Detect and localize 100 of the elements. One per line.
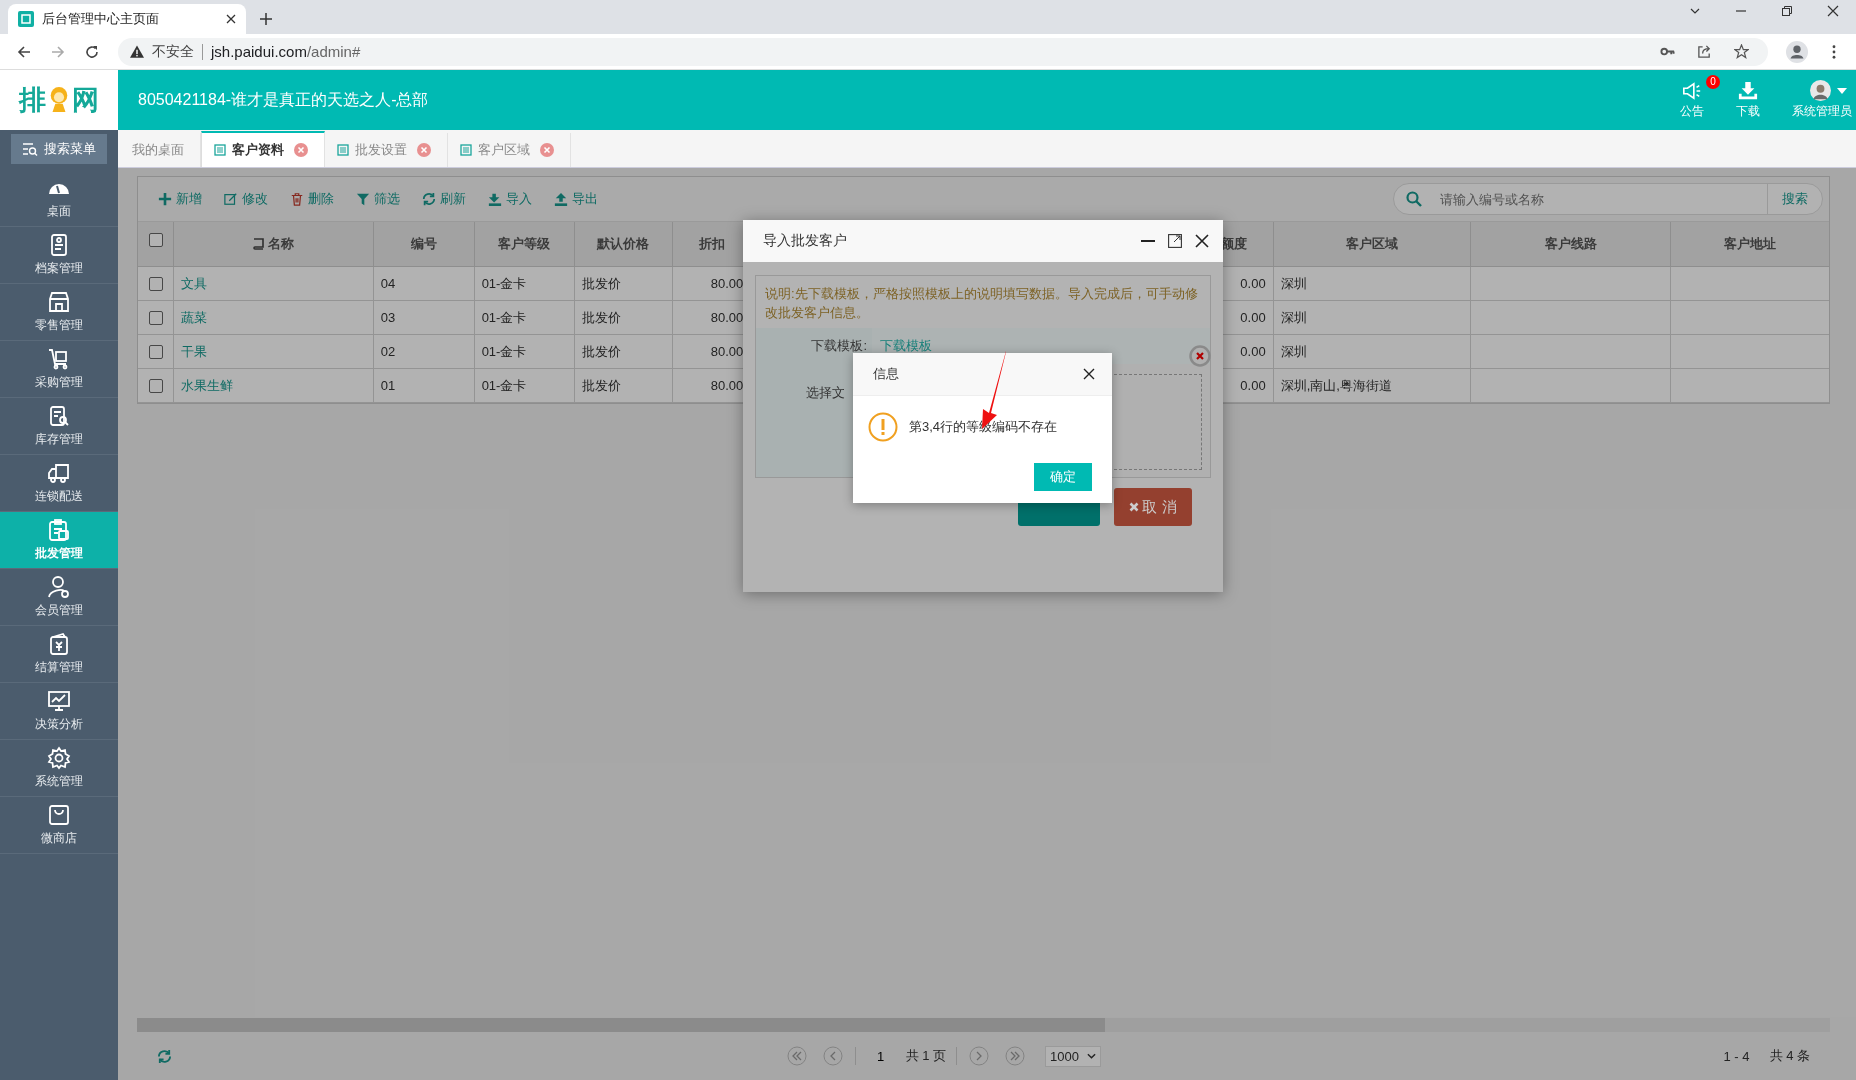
close-icon — [1129, 502, 1140, 512]
table-icon — [214, 144, 226, 156]
search-button[interactable]: 搜索 — [1767, 184, 1822, 214]
restore-icon[interactable] — [1781, 5, 1793, 17]
table-cell: 01 — [380, 378, 396, 393]
back-icon[interactable] — [16, 43, 32, 60]
column-header[interactable]: 客户区域 — [1346, 235, 1399, 253]
column-header[interactable]: 默认价格 — [597, 235, 650, 253]
url-text: jsh.paidui.com/admin# — [211, 43, 361, 60]
header-action-button[interactable]: 系统管理员 — [1792, 80, 1852, 120]
table-cell: 80.00 — [710, 276, 744, 291]
import-instructions: 说明:先下载模板，严格按照模板上的说明填写数据。导入完成后，可手动修改批发客户信息。 — [764, 285, 1199, 322]
toolbar-button[interactable]: 刷新 — [422, 190, 466, 208]
table-icon — [337, 144, 349, 156]
trash-icon — [290, 192, 304, 206]
row-checkbox[interactable] — [148, 378, 163, 393]
search-menu-icon — [22, 142, 38, 156]
download-template-link[interactable]: 下载模板 — [880, 337, 932, 355]
cancel-button[interactable]: 取 消 — [1114, 488, 1192, 526]
browser-tab[interactable]: 后台管理中心主页面 — [8, 4, 246, 34]
book-icon — [252, 238, 265, 250]
page-tab[interactable]: 客户资料 — [201, 131, 325, 167]
record-total: 共 4 条 — [1769, 1047, 1810, 1065]
row-checkbox[interactable] — [148, 344, 163, 359]
logo: 排 网 — [0, 70, 118, 130]
table-cell: 批发价 — [581, 274, 621, 293]
select-all-checkbox[interactable] — [148, 233, 163, 247]
search-menu-button[interactable]: 搜索菜单 — [11, 134, 107, 164]
bag-icon — [47, 803, 71, 827]
customer-link[interactable]: 蔬菜 — [181, 308, 207, 327]
reload-icon[interactable] — [84, 43, 100, 60]
tab-title: 后台管理中心主页面 — [42, 10, 160, 28]
toolbar-button[interactable]: 修改 — [224, 190, 268, 208]
table-cell: 0.00 — [1240, 276, 1266, 291]
refresh-icon — [422, 192, 436, 206]
column-header[interactable]: 客户线路 — [1544, 235, 1597, 253]
table-cell: 01-金卡 — [481, 342, 527, 361]
page-size-select[interactable]: 1000 — [1045, 1045, 1101, 1067]
page-tab[interactable]: 客户区域 — [448, 133, 571, 167]
notification-badge: 0 — [1706, 74, 1720, 89]
table-cell: 80.00 — [710, 378, 744, 393]
table-cell: 深圳,南山,粤海街道 — [1280, 376, 1392, 395]
import-icon — [488, 192, 502, 206]
share-icon[interactable] — [1697, 44, 1712, 59]
caret-icon — [1086, 1053, 1096, 1059]
refresh-icon[interactable] — [157, 1048, 172, 1064]
header-action-button[interactable]: 下载 — [1736, 80, 1760, 120]
column-header[interactable]: 客户等级 — [498, 235, 551, 253]
page-number-field[interactable]: 1 — [863, 1045, 898, 1067]
close-window-icon[interactable] — [1827, 5, 1839, 17]
table-cell: 批发价 — [581, 342, 621, 361]
address-bar[interactable]: 不安全 jsh.paidui.com/admin# — [118, 37, 1768, 66]
close-tab-icon[interactable] — [226, 14, 236, 24]
clipboard-icon — [47, 518, 71, 542]
horizontal-scrollbar[interactable] — [137, 1018, 1830, 1032]
sidebar-item[interactable]: 批发管理 — [0, 512, 118, 569]
row-checkbox[interactable] — [148, 276, 163, 291]
toolbar-button[interactable]: 导入 — [488, 190, 532, 208]
customer-link[interactable]: 水果生鲜 — [181, 376, 233, 395]
customer-link[interactable]: 文具 — [181, 274, 207, 293]
table-cell: 80.00 — [710, 310, 744, 325]
toolbar-button[interactable]: 筛选 — [356, 190, 400, 208]
stock-icon — [47, 404, 71, 428]
megaphone-icon — [1681, 80, 1703, 101]
dialog-title: 导入批发客户 — [763, 232, 847, 250]
star-icon[interactable] — [1734, 44, 1749, 59]
store-title: 8050421184-谁才是真正的天选之人-总部 — [138, 89, 429, 110]
table-cell: 01-金卡 — [481, 274, 527, 293]
table-cell: 批发价 — [581, 308, 621, 327]
row-checkbox[interactable] — [148, 310, 163, 325]
table-icon — [460, 144, 472, 156]
profile-icon[interactable] — [1786, 40, 1808, 63]
truck-icon — [47, 461, 71, 485]
new-tab-icon[interactable] — [260, 13, 272, 25]
table-cell: 04 — [380, 276, 396, 291]
customer-link[interactable]: 干果 — [181, 342, 207, 361]
maximize-icon[interactable] — [1168, 234, 1182, 248]
table-cell: 批发价 — [581, 376, 621, 395]
chart-icon — [47, 689, 71, 713]
toolbar-button[interactable]: 删除 — [290, 190, 334, 208]
page-tab[interactable]: 批发设置 — [325, 133, 448, 167]
toolbar-button[interactable]: 导出 — [554, 190, 598, 208]
close-icon[interactable] — [1083, 368, 1095, 380]
table-cell: 03 — [380, 310, 396, 325]
column-header[interactable]: 折扣 — [698, 235, 725, 253]
table-cell: 深圳 — [1280, 274, 1307, 293]
column-header[interactable]: 编号 — [410, 235, 437, 253]
column-header[interactable]: 客户地址 — [1724, 235, 1777, 253]
record-range: 1 - 4 — [1723, 1048, 1750, 1064]
remove-file-icon[interactable] — [1189, 345, 1211, 367]
column-header[interactable]: 名称 — [268, 235, 295, 253]
close-icon[interactable] — [1195, 234, 1209, 248]
menu-icon[interactable] — [1832, 44, 1836, 59]
confirm-button[interactable]: 确定 — [1034, 463, 1092, 491]
download-icon — [1737, 80, 1759, 101]
search-field[interactable]: 请输入编号或名称 搜索 — [1393, 183, 1823, 215]
toolbar-button[interactable]: 新增 — [158, 190, 202, 208]
table-cell: 深圳 — [1280, 342, 1307, 361]
site-favicon-icon — [18, 11, 34, 27]
table-cell: 80.00 — [710, 344, 744, 359]
